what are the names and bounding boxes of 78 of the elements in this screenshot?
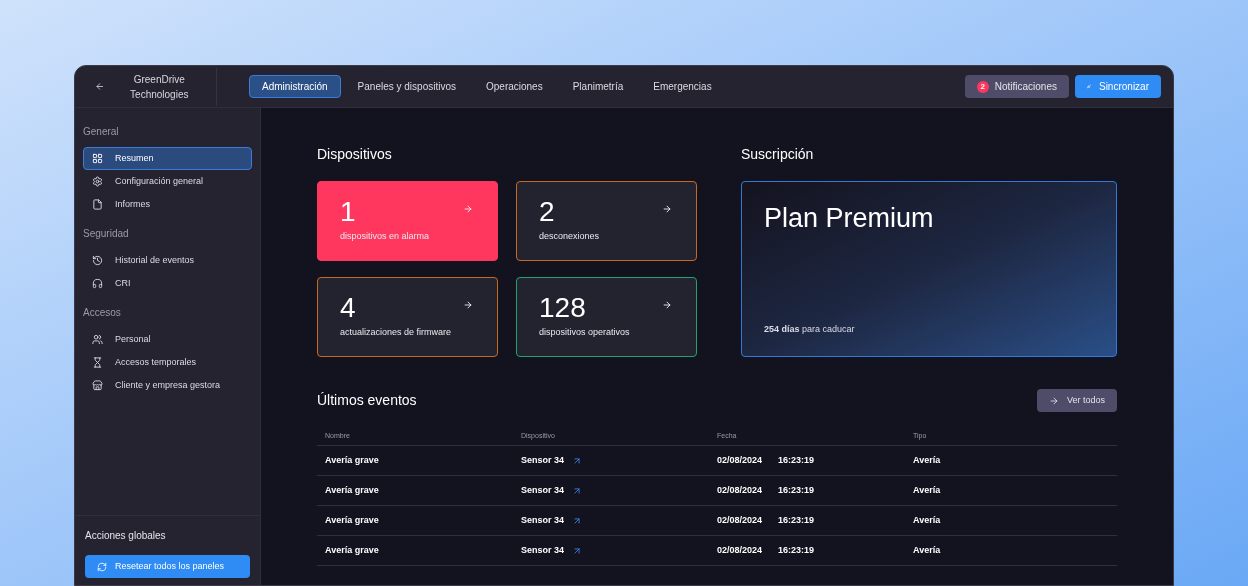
- nav-tab[interactable]: Emergencias: [640, 75, 725, 98]
- event-time: 16:23:19: [778, 483, 815, 497]
- people-icon: [92, 334, 103, 345]
- section-heading: Dispositivos: [317, 145, 393, 164]
- expiry-text: 254 días para caducar: [764, 322, 856, 336]
- arrow-right-icon: [1048, 395, 1059, 406]
- sidebar-item[interactable]: Personal: [83, 328, 252, 351]
- sidebar-item[interactable]: CRI: [83, 272, 252, 295]
- nav-tab[interactable]: Operaciones: [473, 75, 556, 98]
- event-name: Avería grave: [325, 453, 380, 467]
- stat-card[interactable]: 128 dispositivos operativos: [516, 277, 697, 357]
- stat-card[interactable]: 4 actualizaciones de firmware: [317, 277, 498, 357]
- event-name: Avería grave: [325, 483, 380, 497]
- event-date: 02/08/2024: [717, 483, 763, 497]
- external-link-icon[interactable]: [572, 515, 583, 526]
- notification-count: 2: [976, 80, 989, 93]
- arrow-right-icon: [463, 204, 473, 214]
- event-name: Avería grave: [325, 513, 380, 527]
- arrow-right-icon: [662, 300, 672, 310]
- store-icon: [92, 380, 103, 391]
- stat-value: 128: [539, 291, 586, 325]
- stat-label: desconexiones: [539, 230, 600, 243]
- arrow-right-icon: [463, 300, 473, 310]
- nav-tab[interactable]: Planimetría: [559, 75, 637, 98]
- device-name: Sensor 34: [521, 543, 565, 557]
- event-type: Avería: [913, 543, 942, 557]
- stat-value: 1: [340, 195, 356, 229]
- nav-tab[interactable]: Paneles y dispositivos: [344, 75, 469, 98]
- sidebar-item[interactable]: Cliente y empresa gestora: [83, 374, 252, 397]
- nav-tab[interactable]: Administración: [249, 75, 341, 98]
- event-time: 16:23:19: [778, 453, 815, 467]
- event-type: Avería: [913, 453, 942, 467]
- sidebar-item[interactable]: Resumen: [83, 147, 252, 170]
- back-link[interactable]: GreenDrive Technologies: [87, 67, 217, 106]
- external-link-icon[interactable]: [572, 545, 583, 556]
- sidebar-item[interactable]: Configuración general: [83, 170, 252, 193]
- event-time: 16:23:19: [778, 543, 815, 557]
- stat-value: 4: [340, 291, 356, 325]
- event-date: 02/08/2024: [717, 453, 763, 467]
- panel-title: Acciones globales: [85, 529, 167, 543]
- hourglass-icon: [92, 357, 103, 368]
- event-time: 16:23:19: [778, 513, 815, 527]
- document-icon: [92, 199, 103, 210]
- notifications-button[interactable]: 2 Notificaciones: [964, 75, 1069, 98]
- event-name: Avería grave: [325, 543, 380, 557]
- settings-icon: [92, 176, 103, 187]
- refresh-icon: [97, 561, 107, 572]
- device-name: Sensor 34: [521, 513, 565, 527]
- sidebar-item[interactable]: Informes: [83, 193, 252, 216]
- history-icon: [92, 255, 103, 266]
- section-heading: Suscripción: [741, 145, 815, 164]
- arrow-right-icon: [662, 204, 672, 214]
- stat-value: 2: [539, 195, 555, 229]
- stat-card[interactable]: 2 desconexiones: [516, 181, 697, 261]
- stat-label: actualizaciones de firmware: [340, 326, 452, 339]
- stat-label: dispositivos en alarma: [340, 230, 430, 243]
- headphones-icon: [92, 278, 103, 289]
- sidebar-item[interactable]: Historial de eventos: [83, 249, 252, 272]
- view-all-button[interactable]: Ver todos: [1036, 389, 1117, 412]
- section-title: Accesos: [83, 306, 122, 320]
- external-link-icon[interactable]: [572, 485, 583, 496]
- back-arrow-icon: [95, 81, 105, 92]
- section-heading: Últimos eventos: [317, 391, 417, 410]
- event-date: 02/08/2024: [717, 513, 763, 527]
- stat-label: dispositivos operativos: [539, 326, 630, 339]
- sidebar-item[interactable]: Accesos temporales: [83, 351, 252, 374]
- device-name: Sensor 34: [521, 483, 565, 497]
- grid-icon: [92, 153, 103, 164]
- event-type: Avería: [913, 513, 942, 527]
- external-link-icon[interactable]: [572, 455, 583, 466]
- rocket-icon: [1087, 81, 1091, 92]
- event-type: Avería: [913, 483, 942, 497]
- stat-card[interactable]: 1 dispositivos en alarma: [317, 181, 498, 261]
- device-name: Sensor 34: [521, 453, 565, 467]
- section-title: Seguridad: [83, 227, 130, 241]
- event-date: 02/08/2024: [717, 543, 763, 557]
- plan-name: Plan Premium: [764, 202, 935, 235]
- section-title: General: [83, 125, 120, 139]
